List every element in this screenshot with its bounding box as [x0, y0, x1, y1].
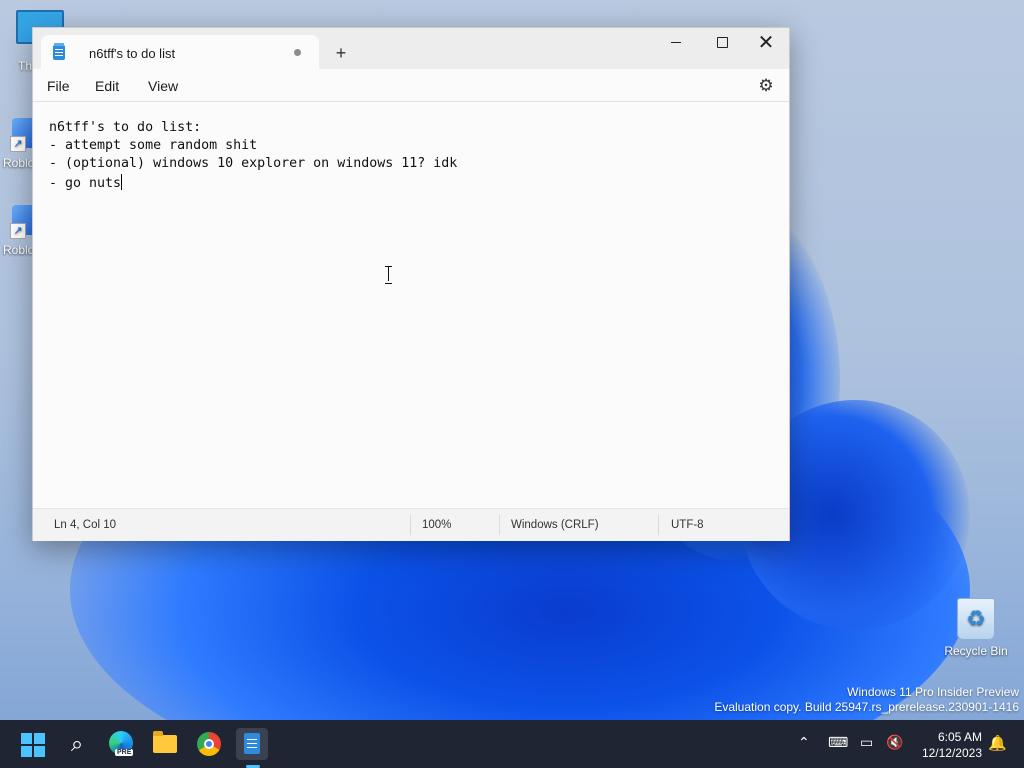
chrome-icon	[197, 732, 221, 756]
windows-logo-icon	[21, 733, 32, 744]
desktop-icon-label: Roblo	[3, 156, 35, 170]
evaluation-watermark: Windows 11 Pro Insider Preview Evaluatio…	[714, 685, 1019, 715]
minimize-icon	[671, 42, 681, 43]
watermark-line-2: Evaluation copy. Build 25947.rs_prerelea…	[714, 700, 1019, 714]
ibeam-cursor-icon	[385, 266, 393, 284]
desktop-icon-label: Roblo	[3, 243, 35, 257]
text-line-with-caret: - go nuts	[49, 174, 123, 191]
search-icon: ⌕	[70, 731, 84, 756]
menu-view[interactable]: View	[148, 78, 178, 94]
network-icon[interactable]: ⌨	[828, 734, 848, 751]
clock-time: 6:05 AM	[937, 730, 982, 744]
cursor-position: Ln 4, Col 10	[54, 519, 117, 531]
maximize-icon	[717, 37, 728, 48]
menu-edit[interactable]: Edit	[95, 78, 119, 94]
start-button[interactable]	[17, 728, 49, 760]
recycle-bin-icon: ♻	[957, 598, 995, 640]
notepad-icon	[53, 43, 65, 60]
status-divider	[658, 515, 659, 535]
taskbar-file-explorer[interactable]	[149, 728, 181, 760]
system-clock[interactable]: 6:05 AM 12/12/2023	[904, 729, 982, 761]
tab-title: n6tff's to do list	[89, 46, 176, 61]
display-icon[interactable]: ▭	[860, 734, 873, 751]
shortcut-arrow-icon: ↗	[10, 223, 26, 239]
zoom-level: 100%	[422, 519, 452, 531]
folder-icon	[153, 731, 177, 753]
text-line: n6tff's to do list:	[49, 120, 202, 135]
watermark-line-1: Windows 11 Pro Insider Preview	[847, 685, 1019, 699]
shortcut-arrow-icon: ↗	[10, 136, 26, 152]
document-tab[interactable]: n6tff's to do list	[41, 35, 319, 69]
windows-logo-icon-part	[34, 733, 45, 744]
menu-bar: File Edit View ⚙	[33, 69, 789, 102]
status-bar: Ln 4, Col 10 100% Windows (CRLF) UTF-8	[33, 508, 789, 541]
new-tab-button[interactable]: +	[329, 41, 353, 65]
volume-muted-icon[interactable]: 🔇	[886, 734, 903, 751]
minimize-button[interactable]	[653, 28, 699, 58]
menu-file[interactable]: File	[47, 78, 70, 94]
title-bar[interactable]: n6tff's to do list + ✕	[33, 28, 789, 69]
taskbar-edge-beta[interactable]: PRE	[105, 728, 137, 760]
search-button[interactable]: ⌕	[61, 728, 93, 760]
text-caret	[121, 174, 123, 190]
desktop-icon-label: Recycle Bin	[944, 644, 1008, 658]
text-line: - attempt some random shit	[49, 138, 258, 153]
notification-bell-icon[interactable]: 🔔	[988, 734, 1007, 752]
clock-date: 12/12/2023	[921, 746, 982, 760]
text-line: - go nuts	[49, 176, 122, 191]
taskbar: ⌕ PRE ⌃ ⌨ ▭ 🔇 6:05 AM 12/12/2023 🔔	[0, 720, 1024, 768]
status-divider	[499, 515, 500, 535]
status-divider	[410, 515, 411, 535]
notepad-icon	[244, 733, 260, 754]
taskbar-chrome[interactable]	[193, 728, 225, 760]
close-button[interactable]: ✕	[743, 28, 789, 58]
desktop-icon-label: Th	[18, 59, 33, 73]
close-icon: ✕	[757, 32, 775, 54]
edge-pre-badge: PRE	[115, 749, 134, 756]
encoding: UTF-8	[671, 519, 704, 531]
text-line: - (optional) windows 10 explorer on wind…	[49, 156, 458, 171]
settings-gear-icon[interactable]: ⚙	[756, 76, 776, 96]
line-ending: Windows (CRLF)	[511, 519, 599, 531]
maximize-button[interactable]	[699, 28, 745, 58]
windows-logo-icon-part	[34, 746, 45, 757]
show-hidden-icons-chevron-icon[interactable]: ⌃	[798, 734, 810, 751]
notepad-window: n6tff's to do list + ✕ File Edit View ⚙ …	[32, 27, 790, 541]
unsaved-dot-icon[interactable]	[294, 49, 301, 56]
windows-logo-icon-part	[21, 746, 32, 757]
desktop-icon-recycle-bin[interactable]: ♻ Recycle Bin	[940, 598, 1012, 658]
text-editor[interactable]: n6tff's to do list: - attempt some rando…	[33, 102, 789, 508]
taskbar-notepad[interactable]	[236, 728, 268, 768]
